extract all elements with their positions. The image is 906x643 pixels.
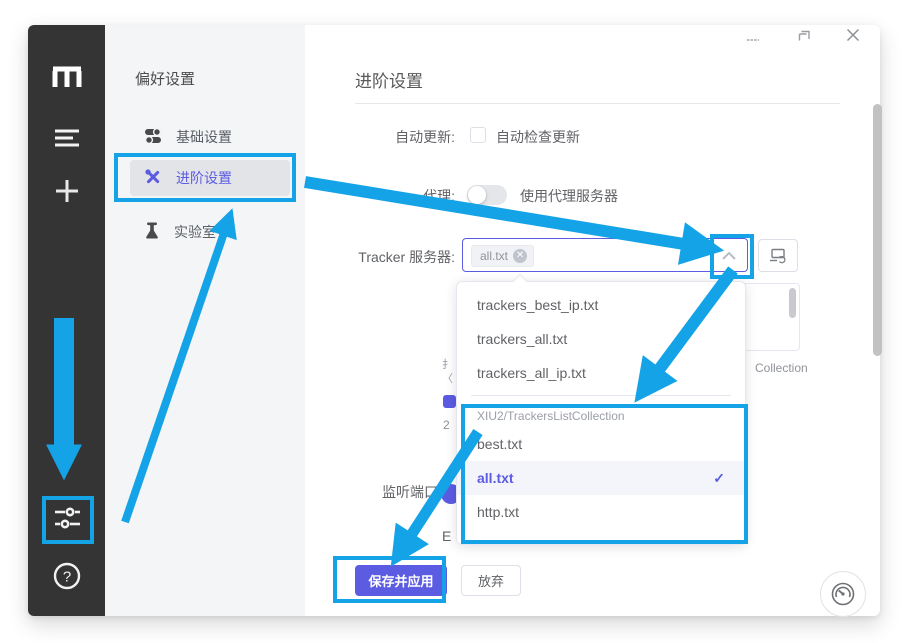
proxy-toggle-label: 使用代理服务器 bbox=[520, 186, 618, 206]
auto-update-checkbox-label: 自动检查更新 bbox=[496, 127, 580, 147]
help-question-icon[interactable]: ? bbox=[28, 562, 105, 590]
task-list-icon[interactable] bbox=[28, 128, 105, 148]
dropdown-option-selected[interactable]: all.txt ✓ bbox=[457, 461, 745, 495]
toggles-icon bbox=[144, 128, 162, 147]
preferences-title: 偏好设置 bbox=[135, 68, 195, 89]
text-fragment: E bbox=[442, 528, 451, 544]
dropdown-option[interactable]: best.txt bbox=[457, 427, 745, 461]
check-icon: ✓ bbox=[713, 461, 725, 495]
dropdown-option[interactable]: trackers_all.txt bbox=[457, 322, 745, 356]
dropdown-group-label: XIU2/TrackersListCollection bbox=[457, 397, 745, 427]
tracker-tag-label: all.txt bbox=[480, 249, 508, 263]
tracker-servers-label: Tracker 服务器: bbox=[278, 247, 455, 267]
checked-checkbox-fragment[interactable] bbox=[443, 395, 456, 408]
text-fragment: 2 bbox=[443, 418, 450, 432]
nav-item-label: 实验室 bbox=[174, 222, 216, 242]
svg-text:?: ? bbox=[62, 569, 70, 586]
sync-trackers-icon bbox=[769, 248, 787, 264]
restore-icon bbox=[797, 28, 812, 43]
sync-trackers-button[interactable] bbox=[758, 239, 798, 272]
main-sidebar: ? bbox=[28, 25, 105, 616]
tag-close-icon[interactable]: ✕ bbox=[513, 249, 527, 263]
nav-item-label: 基础设置 bbox=[176, 127, 232, 147]
dropdown-option[interactable]: http.txt bbox=[457, 495, 745, 529]
title-divider bbox=[355, 103, 840, 104]
chevron-up-icon[interactable] bbox=[721, 249, 737, 267]
discard-button[interactable]: 放弃 bbox=[461, 565, 521, 596]
dropdown-notch bbox=[513, 274, 527, 288]
close-button[interactable] bbox=[845, 27, 861, 46]
wrench-tools-icon bbox=[144, 168, 162, 189]
lab-flask-icon bbox=[144, 222, 160, 243]
motrix-logo bbox=[28, 62, 105, 90]
page-title: 进阶设置 bbox=[355, 67, 423, 92]
add-task-icon[interactable] bbox=[28, 178, 105, 204]
maximize-button[interactable] bbox=[797, 28, 812, 46]
toggle-knob bbox=[468, 186, 486, 204]
dropdown-option-label: all.txt bbox=[477, 461, 514, 495]
nav-item-lab[interactable]: 实验室 bbox=[130, 214, 290, 250]
auto-update-checkbox[interactable] bbox=[470, 127, 486, 143]
speed-gauge-button[interactable] bbox=[820, 571, 866, 617]
textarea-scrollbar-thumb[interactable] bbox=[789, 288, 796, 318]
proxy-toggle[interactable] bbox=[467, 185, 507, 205]
hint-text-fragment: Collection bbox=[755, 361, 808, 375]
tracker-dropdown-panel: trackers_best_ip.txt trackers_all.txt tr… bbox=[456, 281, 746, 545]
speed-gauge-icon bbox=[830, 581, 856, 607]
main-scrollbar-thumb[interactable] bbox=[873, 104, 882, 356]
app-window: ? 偏好设置 基础设置 bbox=[28, 25, 880, 616]
minimize-button[interactable] bbox=[746, 33, 760, 50]
nav-item-advanced[interactable]: 进阶设置 bbox=[130, 160, 290, 196]
nav-item-label: 进阶设置 bbox=[176, 168, 232, 188]
dropdown-option[interactable]: trackers_best_ip.txt bbox=[457, 288, 745, 322]
listen-port-label: 监听端口 bbox=[382, 482, 438, 502]
close-icon bbox=[845, 27, 861, 43]
preferences-nav-panel: 偏好设置 基础设置 bbox=[105, 25, 305, 616]
save-button[interactable]: 保存并应用 bbox=[355, 565, 447, 596]
tracker-tag: all.txt ✕ bbox=[471, 245, 534, 267]
auto-update-label: 自动更新: bbox=[278, 127, 455, 147]
preferences-sliders-icon[interactable] bbox=[28, 503, 105, 533]
minimize-icon bbox=[746, 33, 760, 47]
text-fragment: 〈 bbox=[442, 370, 453, 386]
dropdown-divider bbox=[471, 395, 731, 396]
tracker-select-input[interactable]: all.txt ✕ bbox=[462, 238, 748, 272]
dropdown-option[interactable]: trackers_all_ip.txt bbox=[457, 356, 745, 390]
proxy-label: 代理: bbox=[278, 186, 455, 206]
nav-item-basic[interactable]: 基础设置 bbox=[130, 119, 290, 155]
